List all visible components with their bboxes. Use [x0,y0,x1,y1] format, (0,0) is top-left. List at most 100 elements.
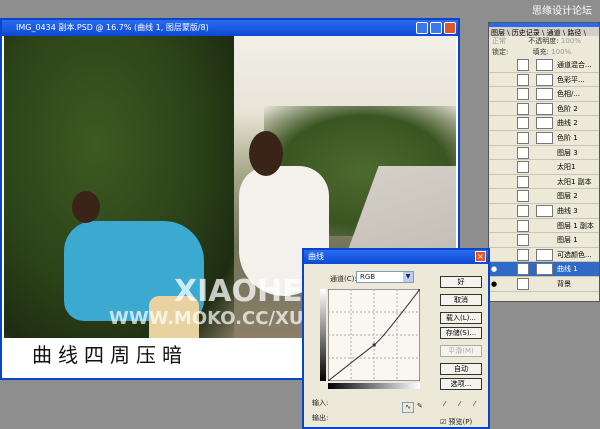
layer-name: 曲线 1 [557,265,578,274]
layer-thumbnail [517,73,529,86]
lock-label: 锁定: [492,48,509,56]
watermark-text: XIAOHE [174,274,303,309]
visibility-eye-icon[interactable]: ● [491,280,499,288]
layer-row[interactable]: 图层 1 副本 [489,219,599,234]
layer-mask-thumbnail [536,73,553,86]
blend-mode-select[interactable]: 正常 [492,37,506,45]
opacity-label: 不透明度: [528,37,559,45]
channel-value: RGB [360,273,376,281]
layer-row[interactable]: 色彩平... [489,73,599,88]
caption-text: 曲线四周压暗 [32,343,188,367]
visibility-eye-icon[interactable] [491,236,499,244]
curve-graph[interactable] [328,289,420,381]
minimize-button[interactable] [416,22,428,34]
pencil-tool-icon[interactable]: ✎ [417,402,423,410]
channel-select[interactable]: RGB ▼ [356,271,414,283]
layer-mask-thumbnail [536,117,553,130]
black-eyedropper-icon[interactable]: ⁄ [444,400,445,408]
smooth-button[interactable]: 平滑(M) [440,345,482,357]
layer-row[interactable]: 太阳1 [489,160,599,175]
layer-mask-thumbnail [536,59,553,71]
layer-thumbnail [517,219,529,232]
input-label: 输入: [312,399,329,407]
preview-checkbox[interactable]: ☑ 预览(P) [440,417,472,427]
auto-button[interactable]: 自动 [440,363,482,375]
layer-name: 背景 [557,279,571,288]
layer-row[interactable]: 可选颜色... [489,248,599,263]
options-button[interactable]: 选项... [440,378,482,390]
layer-name: 曲线 3 [557,206,578,215]
layer-row[interactable]: 图层 2 [489,189,599,204]
curve-tool-icon[interactable]: ∿ [402,402,414,413]
layer-thumbnail [517,146,529,159]
layer-row[interactable]: ● 曲线 1 [489,262,599,277]
document-titlebar: IMG_0434 副本.PSD @ 16.7% (曲线 1, 图层蒙版/8) [2,20,458,36]
gray-eyedropper-icon[interactable]: ⁄ [459,400,460,408]
curve-point[interactable] [372,343,376,347]
maximize-button[interactable] [430,22,442,34]
layer-row[interactable]: 曲线 2 [489,116,599,131]
visibility-eye-icon[interactable] [491,90,499,98]
layer-name: 色彩平... [557,75,585,84]
layer-name: 太阳1 [557,163,576,172]
visibility-eye-icon[interactable] [491,105,499,113]
fill-label: 填充: [532,48,549,56]
visibility-eye-icon[interactable] [491,251,499,259]
curve-point[interactable] [418,289,421,291]
save-button[interactable]: 存储(S)... [440,327,482,339]
dialog-title: 曲线 [308,252,324,261]
visibility-eye-icon[interactable] [491,192,499,200]
layer-row[interactable]: 色阶 2 [489,102,599,117]
load-button[interactable]: 载入(L)... [440,312,482,324]
opacity-field[interactable]: 100% [561,37,581,45]
layers-list: 通道混合... 色彩平... 色相/... 色阶 2 曲线 2 色阶 1 图层 3 太阳1 太阳… [489,58,599,292]
visibility-eye-icon[interactable] [491,76,499,84]
output-gradient-bar [320,289,326,381]
layer-row[interactable]: 图层 3 [489,146,599,161]
document-title: IMG_0434 副本.PSD @ 16.7% (曲线 1, 图层蒙版/8) [16,23,209,32]
curves-dialog: 曲线 × 通道(C): RGB ▼ 好 取消 载入(L)... 存储(S)... … [302,248,490,429]
visibility-eye-icon[interactable] [491,119,499,127]
layer-row[interactable]: ● 背景 [489,277,599,292]
layer-thumbnail [517,190,529,203]
visibility-eye-icon[interactable] [491,207,499,215]
layer-row[interactable]: 色阶 1 [489,131,599,146]
panel-tabs[interactable]: 图层 \ 历史记录 \ 通道 \ 路径 \ [489,23,599,36]
layer-name: 色阶 1 [557,133,578,142]
visibility-eye-icon[interactable] [491,163,499,171]
lock-fill-row: 锁定: 填充: 100% [489,47,599,58]
layer-thumbnail [517,117,529,130]
output-label: 输出: [312,414,329,422]
visibility-eye-icon[interactable] [491,134,499,142]
dialog-close-button[interactable]: × [475,251,486,262]
layer-mask-thumbnail [536,102,553,115]
white-eyedropper-icon[interactable]: ⁄ [474,400,475,408]
visibility-eye-icon[interactable]: ● [491,265,499,273]
layer-thumbnail [517,263,529,276]
layer-mask-thumbnail [536,131,553,144]
layer-name: 可选颜色... [557,250,592,259]
fill-field[interactable]: 100% [551,48,571,56]
channel-label: 通道(C): [330,275,357,283]
layer-mask-thumbnail [536,88,553,101]
visibility-eye-icon[interactable] [491,149,499,157]
visibility-eye-icon[interactable] [491,61,499,69]
site-watermark: 思缘设计论坛 [532,6,592,17]
curve-point[interactable] [328,379,330,382]
layer-row[interactable]: 通道混合... [489,58,599,73]
layer-mask-thumbnail [536,263,553,276]
layer-name: 图层 2 [557,192,578,201]
layer-name: 图层 3 [557,148,578,157]
cancel-button[interactable]: 取消 [440,294,482,306]
ok-button[interactable]: 好 [440,276,482,288]
visibility-eye-icon[interactable] [491,222,499,230]
layer-row[interactable]: 曲线 3 [489,204,599,219]
layer-name: 图层 1 副本 [557,221,594,230]
layer-row[interactable]: 太阳1 副本 [489,175,599,190]
layer-row[interactable]: 图层 1 [489,233,599,248]
layer-row[interactable]: 色相/... [489,87,599,102]
layer-name: 色相/... [557,90,581,99]
layer-thumbnail [517,102,529,115]
visibility-eye-icon[interactable] [491,178,499,186]
close-button[interactable] [444,22,456,34]
